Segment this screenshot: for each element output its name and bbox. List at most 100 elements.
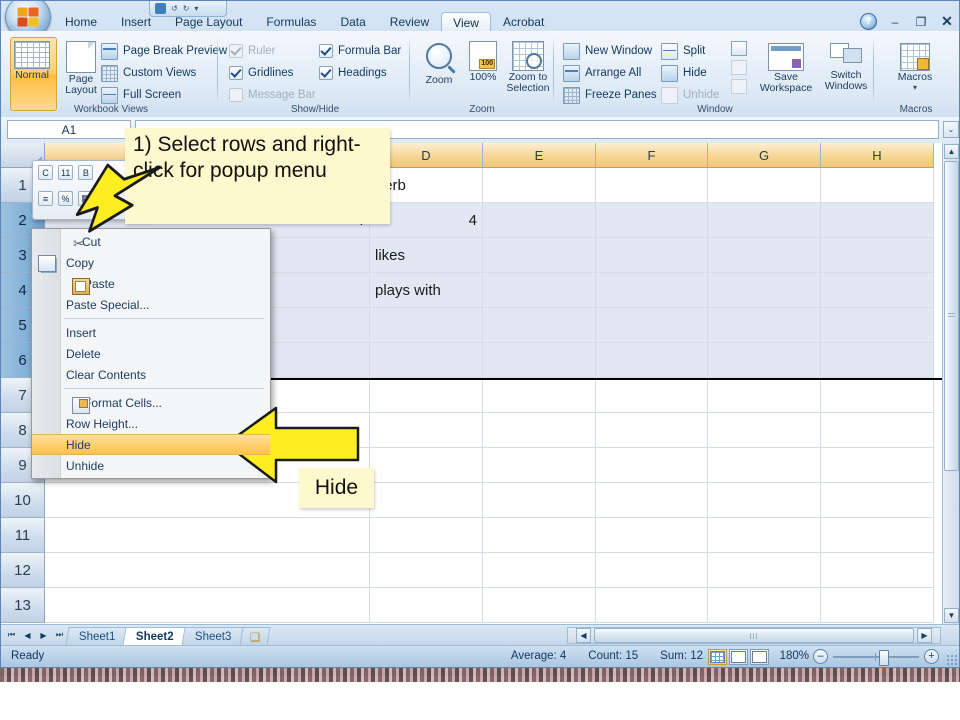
zoom-in-button[interactable]: +: [924, 649, 939, 664]
cell-H3[interactable]: [821, 238, 934, 273]
cell-D11[interactable]: [370, 518, 483, 553]
minimize-button[interactable]: –: [887, 15, 903, 29]
status-average[interactable]: Average: 4: [511, 650, 566, 662]
scroll-right-button[interactable]: ▶: [917, 628, 932, 643]
status-sum[interactable]: Sum: 12: [660, 650, 703, 662]
context-menu-item-row-height[interactable]: Row Height...: [32, 413, 270, 434]
context-menu-item-clear-contents[interactable]: Clear Contents: [32, 364, 270, 385]
column-header-H[interactable]: H: [821, 143, 934, 168]
cell-G4[interactable]: [708, 273, 821, 308]
cell-F2[interactable]: [596, 203, 708, 238]
cell-D8[interactable]: [370, 413, 483, 448]
ribbon-button-zoom-to-selection[interactable]: Zoom to Selection: [501, 41, 555, 94]
tab-formulas[interactable]: Formulas: [254, 12, 328, 32]
cell-F10[interactable]: [596, 483, 708, 518]
synchronous-scrolling-icon[interactable]: [731, 60, 747, 75]
ribbon-button-zoom-100[interactable]: 100 100%: [459, 41, 507, 83]
ribbon-checkbox-gridlines[interactable]: Gridlines: [229, 63, 293, 83]
scroll-up-button[interactable]: ▲: [944, 144, 959, 159]
normal-view-button[interactable]: [708, 649, 727, 665]
font-name-box[interactable]: C: [38, 165, 53, 180]
context-menu-item-hide[interactable]: Hide: [32, 434, 270, 455]
cell-D6[interactable]: [370, 343, 483, 378]
tab-review[interactable]: Review: [378, 12, 441, 32]
zoom-out-button[interactable]: –: [813, 649, 828, 664]
cell-H6[interactable]: [821, 343, 934, 378]
cell-D13[interactable]: [370, 588, 483, 623]
sheet-tab-sheet1[interactable]: Sheet1: [65, 627, 130, 646]
ribbon-checkbox-message-bar[interactable]: Message Bar: [229, 85, 316, 105]
cell-F9[interactable]: [596, 448, 708, 483]
ribbon-button-page-layout[interactable]: Page Layout: [57, 41, 105, 96]
cell-E2[interactable]: [483, 203, 596, 238]
cell-F11[interactable]: [596, 518, 708, 553]
cell-E3[interactable]: [483, 238, 596, 273]
tab-home[interactable]: Home: [53, 12, 109, 32]
chevron-down-icon[interactable]: ▾: [891, 83, 939, 92]
align-button[interactable]: ≡: [38, 191, 53, 206]
context-menu-item-insert[interactable]: Insert: [32, 322, 270, 343]
expand-formula-bar-button[interactable]: ⌄: [943, 121, 959, 138]
zoom-slider-handle[interactable]: [879, 650, 889, 666]
cell-F1[interactable]: [596, 168, 708, 203]
ribbon-checkbox-headings[interactable]: Headings: [319, 63, 387, 83]
reset-window-position-icon[interactable]: [731, 79, 747, 94]
context-menu-item-paste-special[interactable]: Paste Special...: [32, 294, 270, 315]
cell-E7[interactable]: [483, 378, 596, 413]
ribbon-item-hide[interactable]: Hide: [661, 63, 707, 83]
cell-G10[interactable]: [708, 483, 821, 518]
cell-F12[interactable]: [596, 553, 708, 588]
page-layout-view-button[interactable]: [729, 649, 748, 665]
ribbon-checkbox-ruler[interactable]: Ruler: [229, 41, 275, 61]
cell-H5[interactable]: [821, 308, 934, 343]
zoom-level-label[interactable]: 180%: [780, 650, 809, 662]
cell-D10[interactable]: [370, 483, 483, 518]
cell-H2[interactable]: [821, 203, 934, 238]
column-header-E[interactable]: E: [483, 143, 596, 168]
checkbox-icon[interactable]: [229, 66, 243, 80]
context-menu-item-cut[interactable]: Cut: [32, 231, 270, 253]
cell-G6[interactable]: [708, 343, 821, 378]
ribbon-button-switch-windows[interactable]: Switch Windows: [815, 43, 877, 92]
cell-E1[interactable]: [483, 168, 596, 203]
status-count[interactable]: Count: 15: [588, 650, 638, 662]
prev-sheet-button[interactable]: ◀: [20, 627, 35, 643]
tab-insert[interactable]: Insert: [109, 12, 163, 32]
cell-F5[interactable]: [596, 308, 708, 343]
cell-H12[interactable]: [821, 553, 934, 588]
row-header-10[interactable]: 10: [1, 483, 45, 518]
cell-C12[interactable]: [45, 553, 370, 588]
cell-H10[interactable]: [821, 483, 934, 518]
close-button[interactable]: ✕: [939, 13, 955, 29]
cell-D7[interactable]: [370, 378, 483, 413]
cell-D4[interactable]: plays with: [370, 273, 483, 308]
cell-G7[interactable]: [708, 378, 821, 413]
cell-E5[interactable]: [483, 308, 596, 343]
tab-acrobat[interactable]: Acrobat: [491, 12, 556, 32]
cell-D3[interactable]: likes: [370, 238, 483, 273]
column-header-G[interactable]: G: [708, 143, 821, 168]
cell-D5[interactable]: [370, 308, 483, 343]
ribbon-button-save-workspace[interactable]: Save Workspace: [755, 43, 817, 94]
borders-chevron-icon[interactable]: ▾: [98, 191, 113, 206]
font-size-box[interactable]: 11: [58, 165, 74, 180]
column-header-F[interactable]: F: [596, 143, 708, 168]
horizontal-scroll-thumb[interactable]: [594, 628, 914, 643]
cell-F13[interactable]: [596, 588, 708, 623]
cell-H11[interactable]: [821, 518, 934, 553]
cell-F4[interactable]: [596, 273, 708, 308]
context-menu-item-delete[interactable]: Delete: [32, 343, 270, 364]
horizontal-scrollbar[interactable]: ◀ ▶: [567, 627, 941, 644]
ribbon-item-split[interactable]: Split: [661, 41, 705, 61]
view-side-by-side-icon[interactable]: [731, 41, 747, 56]
scroll-left-button[interactable]: ◀: [576, 628, 591, 643]
cell-H1[interactable]: [821, 168, 934, 203]
sheet-tab-sheet3[interactable]: Sheet3: [181, 627, 246, 646]
cell-F8[interactable]: [596, 413, 708, 448]
cell-G12[interactable]: [708, 553, 821, 588]
ribbon-button-zoom[interactable]: Zoom: [415, 43, 463, 86]
cell-H8[interactable]: [821, 413, 934, 448]
page-break-preview-button[interactable]: [750, 649, 769, 665]
restore-button[interactable]: ❐: [913, 15, 929, 29]
cell-E12[interactable]: [483, 553, 596, 588]
